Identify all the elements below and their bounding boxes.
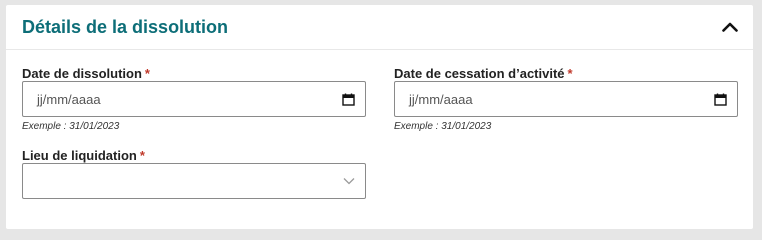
cessation-date-placeholder: jj/mm/aaaa <box>409 91 473 107</box>
dissolution-date-input[interactable]: jj/mm/aaaa <box>22 81 366 117</box>
calendar-icon[interactable] <box>342 93 355 106</box>
dissolution-date-hint: Exemple : 31/01/2023 <box>22 121 120 132</box>
cessation-date-label: Date de cessation d’activité * <box>394 66 573 81</box>
panel-header[interactable]: Détails de la dissolution <box>6 5 753 50</box>
dissolution-date-field: Date de dissolution * jj/mm/aaaa Exemple … <box>22 66 366 132</box>
chevron-up-icon <box>722 22 738 32</box>
section-title: Détails de la dissolution <box>22 17 229 37</box>
cessation-date-hint: Exemple : 31/01/2023 <box>394 121 492 132</box>
liquidation-place-field: Lieu de liquidation * <box>22 148 366 199</box>
dissolution-date-placeholder: jj/mm/aaaa <box>37 91 101 107</box>
cessation-date-field: Date de cessation d’activité * jj/mm/aaaa… <box>394 66 738 132</box>
required-mark: * <box>139 148 145 163</box>
dissolution-details-panel: Détails de la dissolution Date de dissol… <box>6 5 753 229</box>
collapse-button[interactable] <box>721 19 739 35</box>
liquidation-place-label: Lieu de liquidation * <box>22 148 145 163</box>
cessation-date-input[interactable]: jj/mm/aaaa <box>394 81 738 117</box>
calendar-icon[interactable] <box>714 93 727 106</box>
liquidation-place-select[interactable] <box>22 163 366 199</box>
chevron-down-icon <box>343 178 355 185</box>
required-mark: * <box>144 66 150 81</box>
dissolution-date-label: Date de dissolution * <box>22 66 150 81</box>
required-mark: * <box>567 66 573 81</box>
